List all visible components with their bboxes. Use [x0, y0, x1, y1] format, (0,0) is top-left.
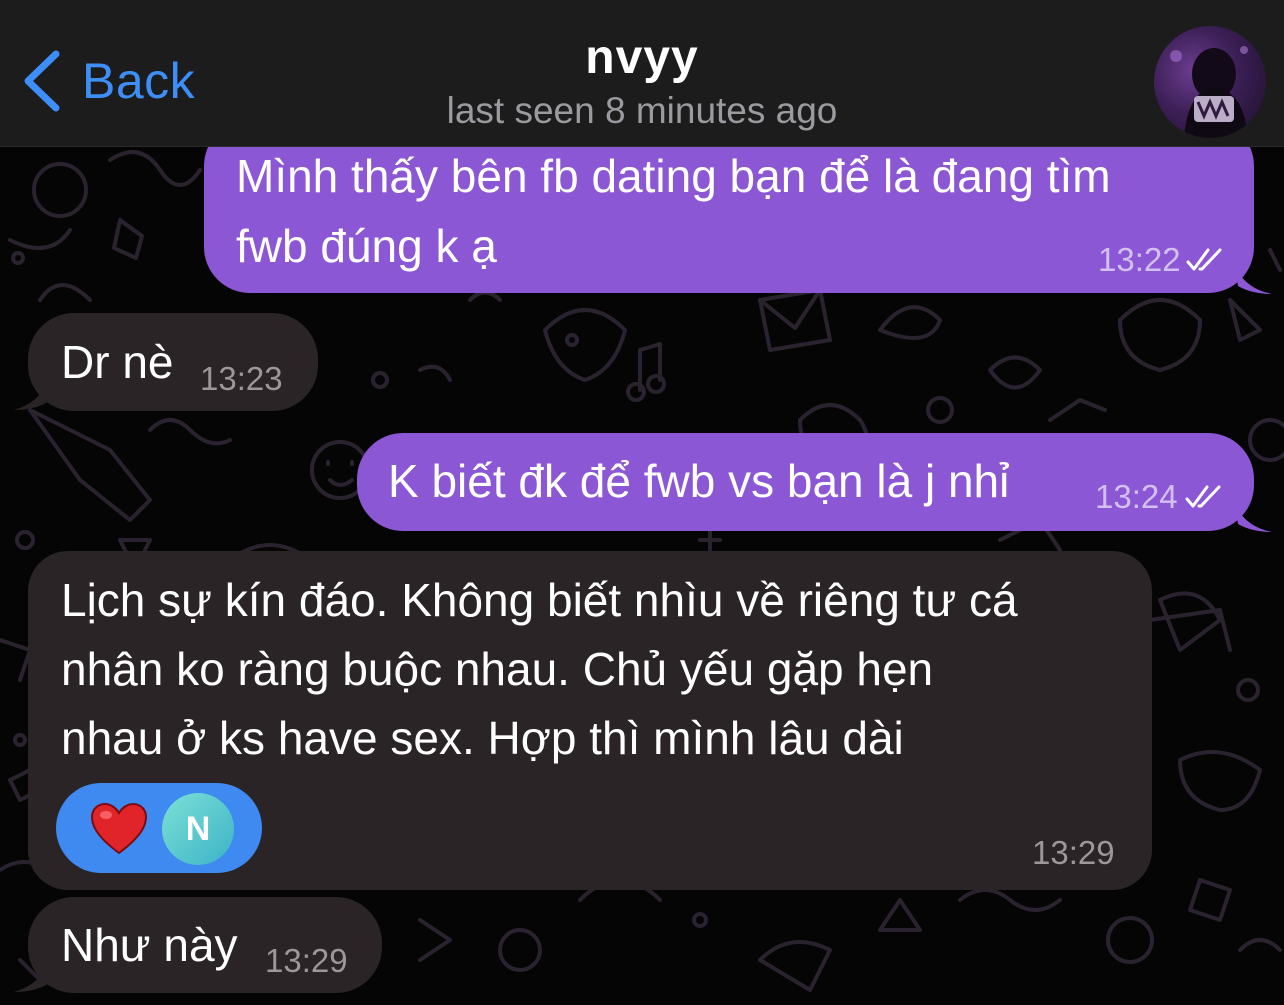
- message-bubble-outgoing[interactable]: K biết đk để fwb vs bạn là j nhỉ 13:24: [357, 433, 1254, 531]
- message-text-line: Dr nè: [61, 336, 174, 388]
- message-text-line: nhân ko ràng buộc nhau. Chủ yếu gặp hẹn: [61, 643, 934, 695]
- read-receipt-icon: [1186, 248, 1222, 271]
- message-text-line: nhau ở ks have sex. Hợp thì mình lâu dài: [61, 712, 904, 764]
- message-bubble-incoming[interactable]: Dr nè 13:23: [28, 313, 318, 411]
- message-text-line: K biết đk để fwb vs bạn là j nhỉ: [388, 455, 1010, 507]
- reactor-avatar: N: [162, 793, 234, 865]
- avatar-photo: [1170, 46, 1248, 138]
- contact-avatar[interactable]: [1154, 26, 1266, 138]
- message-time: 13:24: [1095, 478, 1178, 515]
- message-text-line: fwb đúng k ạ: [236, 220, 497, 272]
- reaction-pill[interactable]: N: [56, 783, 262, 873]
- message-text-line: Mình thấy bên fb dating bạn để là đang t…: [236, 150, 1111, 202]
- read-receipt-icon: [1185, 485, 1221, 508]
- message-bubble-incoming[interactable]: Như này 13:29: [28, 897, 382, 993]
- message-time: 13:29: [265, 942, 348, 979]
- heart-icon: [90, 803, 148, 855]
- last-seen-status: last seen 8 minutes ago: [446, 90, 838, 131]
- contact-name[interactable]: nvyy: [0, 30, 1284, 85]
- chat-screen: Back nvyy last seen 8 minutes ago Mình t…: [0, 0, 1284, 1005]
- chat-header: Back nvyy last seen 8 minutes ago: [0, 0, 1284, 147]
- message-time: 13:23: [200, 360, 283, 397]
- message-time: 13:29: [1032, 834, 1115, 871]
- message-time: 13:22: [1098, 241, 1181, 278]
- message-text-line: Lịch sự kín đáo. Không biết nhìu về riên…: [61, 574, 1018, 626]
- message-text-line: Như này: [61, 919, 238, 971]
